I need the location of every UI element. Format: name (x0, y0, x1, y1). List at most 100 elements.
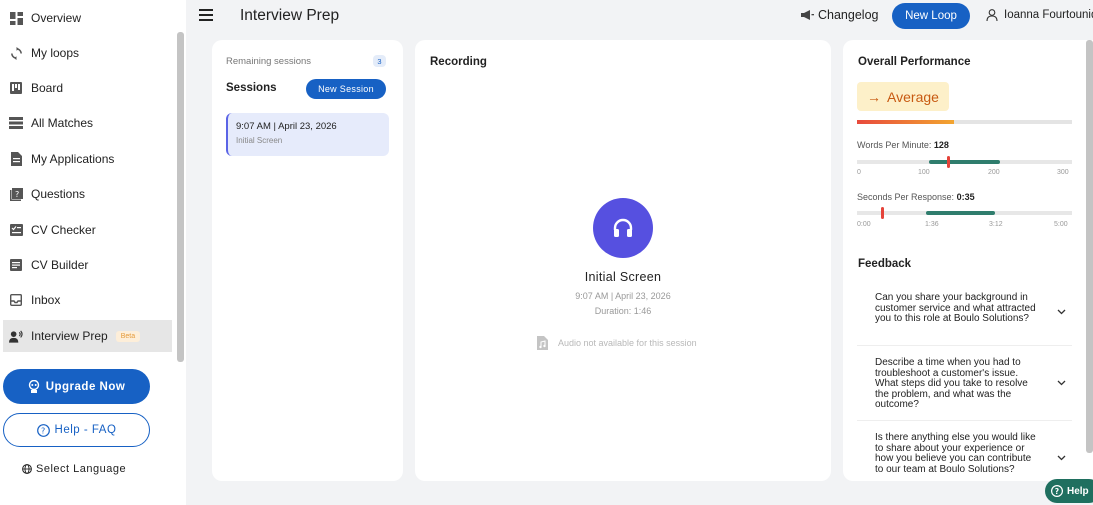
sidebar-scrollbar[interactable] (177, 32, 184, 362)
sessions-title: Sessions (226, 82, 277, 94)
sidebar-item-inbox[interactable]: Inbox (3, 284, 172, 316)
headphones-icon (593, 198, 653, 258)
changelog-button[interactable]: Changelog (801, 8, 878, 22)
beta-badge: Beta (115, 330, 141, 342)
spr-tick: 5:00 (1054, 221, 1068, 228)
sidebar-item-all-matches[interactable]: All Matches (3, 107, 172, 139)
overall-progress-bar (857, 120, 1072, 124)
changelog-label: Changelog (818, 8, 879, 22)
recording-date: 9:07 AM | April 23, 2026 (575, 291, 671, 301)
overall-performance-title: Overall Performance (858, 56, 971, 68)
rating-badge: → Average (857, 82, 949, 111)
sidebar-item-label: My Applications (31, 152, 115, 166)
upgrade-now-label: Upgrade Now (45, 380, 126, 393)
feedback-item[interactable]: Can you share your background in custome… (857, 278, 1072, 346)
spr-tick: 1:36 (925, 221, 939, 228)
wpm-value: 128 (933, 140, 949, 150)
inbox-icon (9, 293, 23, 307)
sidebar-item-cv-builder[interactable]: CV Builder (3, 249, 172, 281)
globe-icon (22, 464, 32, 474)
sidebar-item-my-applications[interactable]: My Applications (3, 143, 172, 175)
sidebar-item-label: Questions (31, 187, 86, 201)
menu-icon[interactable] (199, 9, 213, 21)
session-type: Initial Screen (236, 136, 283, 145)
wpm-marker (947, 156, 951, 168)
sidebar-item-label: All Matches (31, 116, 94, 130)
wpm-tick: 100 (918, 169, 930, 176)
audio-not-available: Audio not available for this session (537, 336, 697, 350)
chevron-down-icon[interactable] (1057, 307, 1066, 317)
remaining-sessions-count: 3 (373, 55, 386, 67)
recording-name: Initial Screen (584, 270, 662, 284)
remaining-sessions-label: Remaining sessions (226, 56, 312, 67)
arrow-right-icon: → (867, 88, 882, 105)
wpm-target-range (928, 160, 1001, 164)
help-faq-button[interactable]: ? Help - FAQ (3, 413, 150, 447)
top-bar: Interview Prep Changelog New Loop Ioanna… (186, 0, 1093, 34)
feedback-item[interactable]: Describe a time when you had to troubles… (857, 346, 1072, 421)
performance-scrollbar[interactable] (1086, 40, 1093, 453)
spr-label: Seconds Per Response: 0:35 (857, 192, 975, 202)
help-circle-icon: ? (1051, 485, 1063, 497)
performance-card: Overall Performance → Average Words Per … (843, 40, 1093, 481)
new-loop-button[interactable]: New Loop (892, 3, 970, 29)
sidebar-item-questions[interactable]: ? Questions (3, 178, 172, 210)
floating-help-button[interactable]: ? Help (1045, 479, 1093, 503)
recording-duration: Duration: 1:46 (594, 306, 652, 316)
select-language-button[interactable]: Select Language (22, 463, 126, 475)
document-icon (9, 152, 23, 166)
spr-track (857, 207, 1072, 219)
upgrade-now-button[interactable]: Upgrade Now (3, 369, 150, 404)
sidebar-item-label: Inbox (31, 293, 61, 307)
spr-tick: 0:00 (857, 221, 871, 228)
feedback-item[interactable]: Is there anything else you would like to… (857, 421, 1072, 481)
sidebar-item-interview-prep[interactable]: Interview Prep Beta (3, 320, 172, 352)
feedback-question: Describe a time when you had to troubles… (875, 357, 1028, 410)
rating-label: Average (887, 88, 939, 105)
sidebar-item-overview[interactable]: Overview (3, 2, 172, 34)
builder-icon (9, 258, 23, 272)
help-circle-icon: ? (36, 423, 50, 437)
feedback-question: Is there anything else you would like to… (875, 432, 1036, 475)
user-menu[interactable]: Ioanna Fourtounidou (986, 9, 1093, 21)
megaphone-icon (801, 9, 814, 21)
session-list-item[interactable]: 9:07 AM | April 23, 2026 Initial Screen (226, 113, 389, 156)
question-icon: ? (9, 187, 23, 201)
overall-progress-fill (857, 120, 954, 124)
checklist-icon (9, 223, 23, 237)
user-icon (986, 9, 998, 21)
audio-not-available-label: Audio not available for this session (558, 338, 697, 348)
sidebar-item-label: CV Checker (31, 223, 96, 237)
feedback-question: Can you share your background in custome… (875, 292, 1036, 324)
spr-value: 0:35 (956, 192, 975, 202)
session-time: 9:07 AM | April 23, 2026 (236, 121, 337, 132)
sidebar-item-my-loops[interactable]: My loops (3, 37, 172, 69)
svg-text:?: ? (41, 426, 46, 435)
interview-icon (9, 329, 23, 343)
sidebar-item-cv-checker[interactable]: CV Checker (3, 214, 172, 246)
list-icon (9, 116, 23, 130)
help-label: Help (1067, 485, 1089, 497)
board-icon (9, 81, 23, 95)
sidebar-item-label: Interview Prep (31, 329, 108, 343)
spr-marker (880, 207, 884, 219)
wpm-track (857, 156, 1072, 168)
recording-card: Recording Initial Screen 9:07 AM | April… (415, 40, 831, 481)
help-faq-label: Help - FAQ (54, 424, 117, 436)
spr-tick: 3:12 (989, 221, 1003, 228)
loop-icon (9, 46, 23, 60)
chevron-down-icon[interactable] (1057, 378, 1066, 388)
sidebar-item-label: Overview (31, 11, 82, 25)
sidebar-item-board[interactable]: Board (3, 72, 172, 104)
sidebar: Overview My loops Board All Matches My A… (0, 0, 186, 505)
chevron-down-icon[interactable] (1057, 453, 1066, 463)
user-name: Ioanna Fourtounidou (1004, 9, 1093, 21)
robot-icon (28, 380, 40, 393)
wpm-tick: 300 (1057, 169, 1069, 176)
new-session-button[interactable]: New Session (306, 79, 386, 99)
sidebar-item-label: CV Builder (31, 258, 89, 272)
feedback-title: Feedback (858, 258, 912, 270)
sidebar-item-label: Board (31, 81, 64, 95)
sidebar-item-label: My loops (31, 46, 80, 60)
svg-text:?: ? (15, 190, 19, 199)
